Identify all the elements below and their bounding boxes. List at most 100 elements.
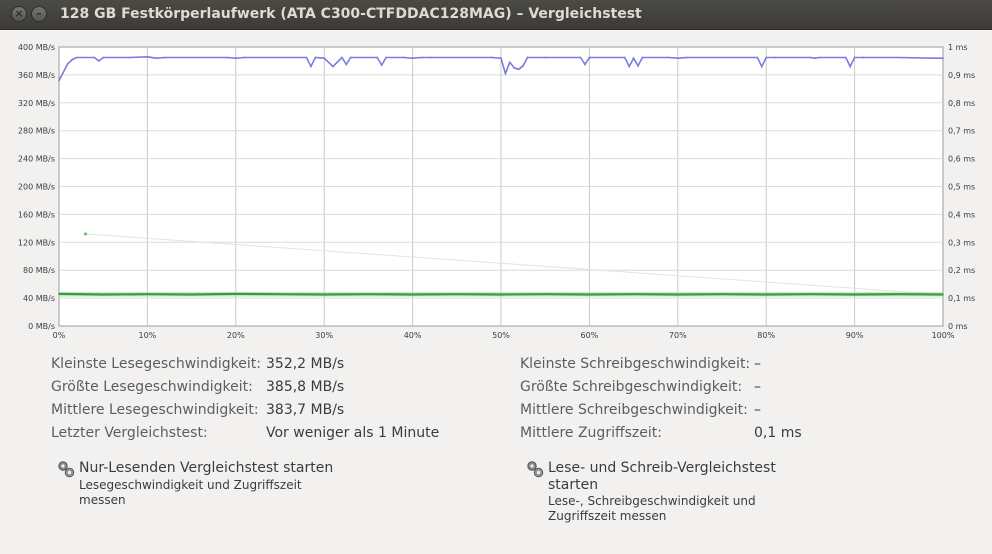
y-left-tick-label: 0 MB/s	[28, 322, 55, 331]
read-speed-point	[760, 65, 763, 68]
avg-read-label: Mittlere Lesegeschwindigkeit:	[51, 402, 259, 418]
x-tick-label: 20%	[227, 331, 245, 340]
read-speed-point	[500, 57, 502, 60]
read-speed-point	[628, 65, 631, 68]
min-write-label: Kleinste Schreibgeschwindigkeit:	[520, 356, 751, 372]
read-speed-point	[526, 56, 529, 59]
avg-write-value: –	[754, 402, 761, 418]
access-time-point	[765, 293, 768, 296]
read-speed-point	[340, 56, 343, 59]
read-write-benchmark-title-1: Lese- und Schreib-Vergleichstest	[548, 460, 776, 476]
read-speed-point	[402, 56, 405, 59]
read-speed-point	[429, 56, 432, 59]
read-speed-point	[676, 57, 679, 60]
y-right-tick-label: 0,9 ms	[948, 71, 975, 80]
read-speed-point	[310, 65, 312, 68]
access-time-point	[367, 293, 370, 296]
read-speed-point	[93, 56, 96, 59]
y-right-tick-label: 0,3 ms	[948, 238, 975, 247]
y-right-tick-label: 0,7 ms	[948, 127, 975, 136]
read-only-benchmark-desc-1: Lesegeschwindigkeit und Zugriffszeit	[79, 478, 302, 492]
read-speed-point	[332, 65, 334, 68]
avg-access-label: Mittlere Zugriffszeit:	[520, 425, 662, 441]
close-icon[interactable]: ×	[11, 6, 27, 22]
y-left-tick-label: 120 MB/s	[18, 238, 55, 247]
read-speed-point	[588, 56, 591, 59]
read-speed-point	[314, 56, 317, 59]
gears-icon	[58, 461, 75, 478]
min-write-value: –	[754, 356, 761, 372]
access-time-point	[897, 293, 900, 296]
x-tick-label: 0%	[53, 331, 66, 340]
min-read-label: Kleinste Lesegeschwindigkeit:	[51, 356, 261, 372]
max-write-value: –	[754, 379, 761, 395]
access-time-point	[102, 293, 105, 296]
access-time-point	[544, 293, 547, 296]
access-time-point	[146, 293, 149, 296]
read-speed-point	[897, 56, 900, 59]
access-time-point	[455, 293, 458, 296]
read-speed-point	[305, 56, 308, 59]
benchmark-chart: 0% 10% 20% 30% 40% 50% 60% 70% 80% 90% 100% 0 MB/s 0…	[0, 30, 992, 346]
read-speed-point	[164, 56, 166, 59]
y-left-tick-label: 280 MB/s	[18, 127, 55, 136]
x-tick-label: 90%	[846, 331, 864, 340]
y-left-tick-label: 40 MB/s	[23, 294, 55, 303]
y-left-tick-label: 240 MB/s	[18, 155, 55, 164]
read-speed-point	[508, 61, 511, 64]
read-speed-point	[345, 63, 348, 66]
y-left-tick-label: 360 MB/s	[18, 71, 55, 80]
avg-read-value: 383,7 MB/s	[266, 402, 345, 418]
read-speed-point	[818, 56, 821, 59]
read-speed-point	[146, 55, 149, 58]
read-speed-point	[58, 79, 60, 82]
y-right-tick-label: 0 ms	[948, 322, 968, 331]
y-left-tick-label: 320 MB/s	[18, 99, 55, 108]
access-time-point	[411, 293, 414, 296]
read-speed-point	[813, 57, 816, 60]
read-speed-point	[513, 67, 516, 69]
access-time-point	[58, 293, 60, 295]
read-speed-point	[641, 56, 644, 59]
read-speed-point	[128, 56, 131, 59]
access-time-point	[588, 293, 591, 296]
read-speed-point	[632, 57, 635, 60]
minimize-icon[interactable]: –	[31, 6, 47, 22]
title-bar: × – 128 GB Festkörperlaufwerk (ATA C300-…	[0, 0, 992, 30]
x-tick-label: 70%	[669, 331, 687, 340]
x-tick-label: 40%	[404, 331, 422, 340]
x-tick-label: 60%	[581, 331, 599, 340]
read-speed-point	[349, 56, 352, 59]
read-speed-point	[623, 56, 626, 59]
y-right-tick-label: 0,4 ms	[948, 210, 975, 219]
gears-icon	[527, 461, 544, 478]
max-write-label: Größte Schreibgeschwindigkeit:	[520, 379, 743, 395]
read-speed-point	[668, 56, 670, 59]
read-speed-point	[933, 57, 936, 60]
y-left-tick-label: 80 MB/s	[23, 266, 55, 275]
access-time-point	[721, 293, 723, 296]
access-time-point	[234, 293, 237, 295]
read-speed-point	[376, 56, 379, 59]
read-speed-point	[849, 65, 852, 68]
access-time-point	[853, 293, 856, 296]
read-speed-point	[234, 57, 237, 60]
min-read-value: 352,2 MB/s	[266, 356, 345, 372]
x-tick-label: 50%	[492, 331, 510, 340]
read-only-benchmark-button[interactable]: Nur-Lesenden Vergleichstest starten Lese…	[57, 460, 357, 510]
x-tick-label: 10%	[139, 331, 157, 340]
read-speed-point	[71, 58, 74, 61]
y-right-tick-label: 0,8 ms	[948, 99, 975, 108]
read-speed-point	[420, 56, 423, 59]
read-speed-point	[862, 56, 865, 59]
read-speed-point	[243, 56, 246, 59]
read-write-benchmark-desc-2: Zugriffszeit messen	[548, 509, 667, 523]
y-right-tick-label: 0,1 ms	[948, 294, 975, 303]
read-only-benchmark-title: Nur-Lesenden Vergleichstest starten	[79, 460, 334, 476]
y-right-tick-label: 0,2 ms	[948, 266, 975, 275]
access-time-point	[500, 293, 502, 296]
read-write-benchmark-button[interactable]: Lese- und Schreib-Vergleichstest starten…	[526, 460, 806, 526]
read-speed-point	[685, 56, 688, 59]
read-write-benchmark-desc-1: Lese-, Schreibgeschwindigkeit und	[548, 494, 756, 508]
read-speed-point	[102, 56, 105, 59]
